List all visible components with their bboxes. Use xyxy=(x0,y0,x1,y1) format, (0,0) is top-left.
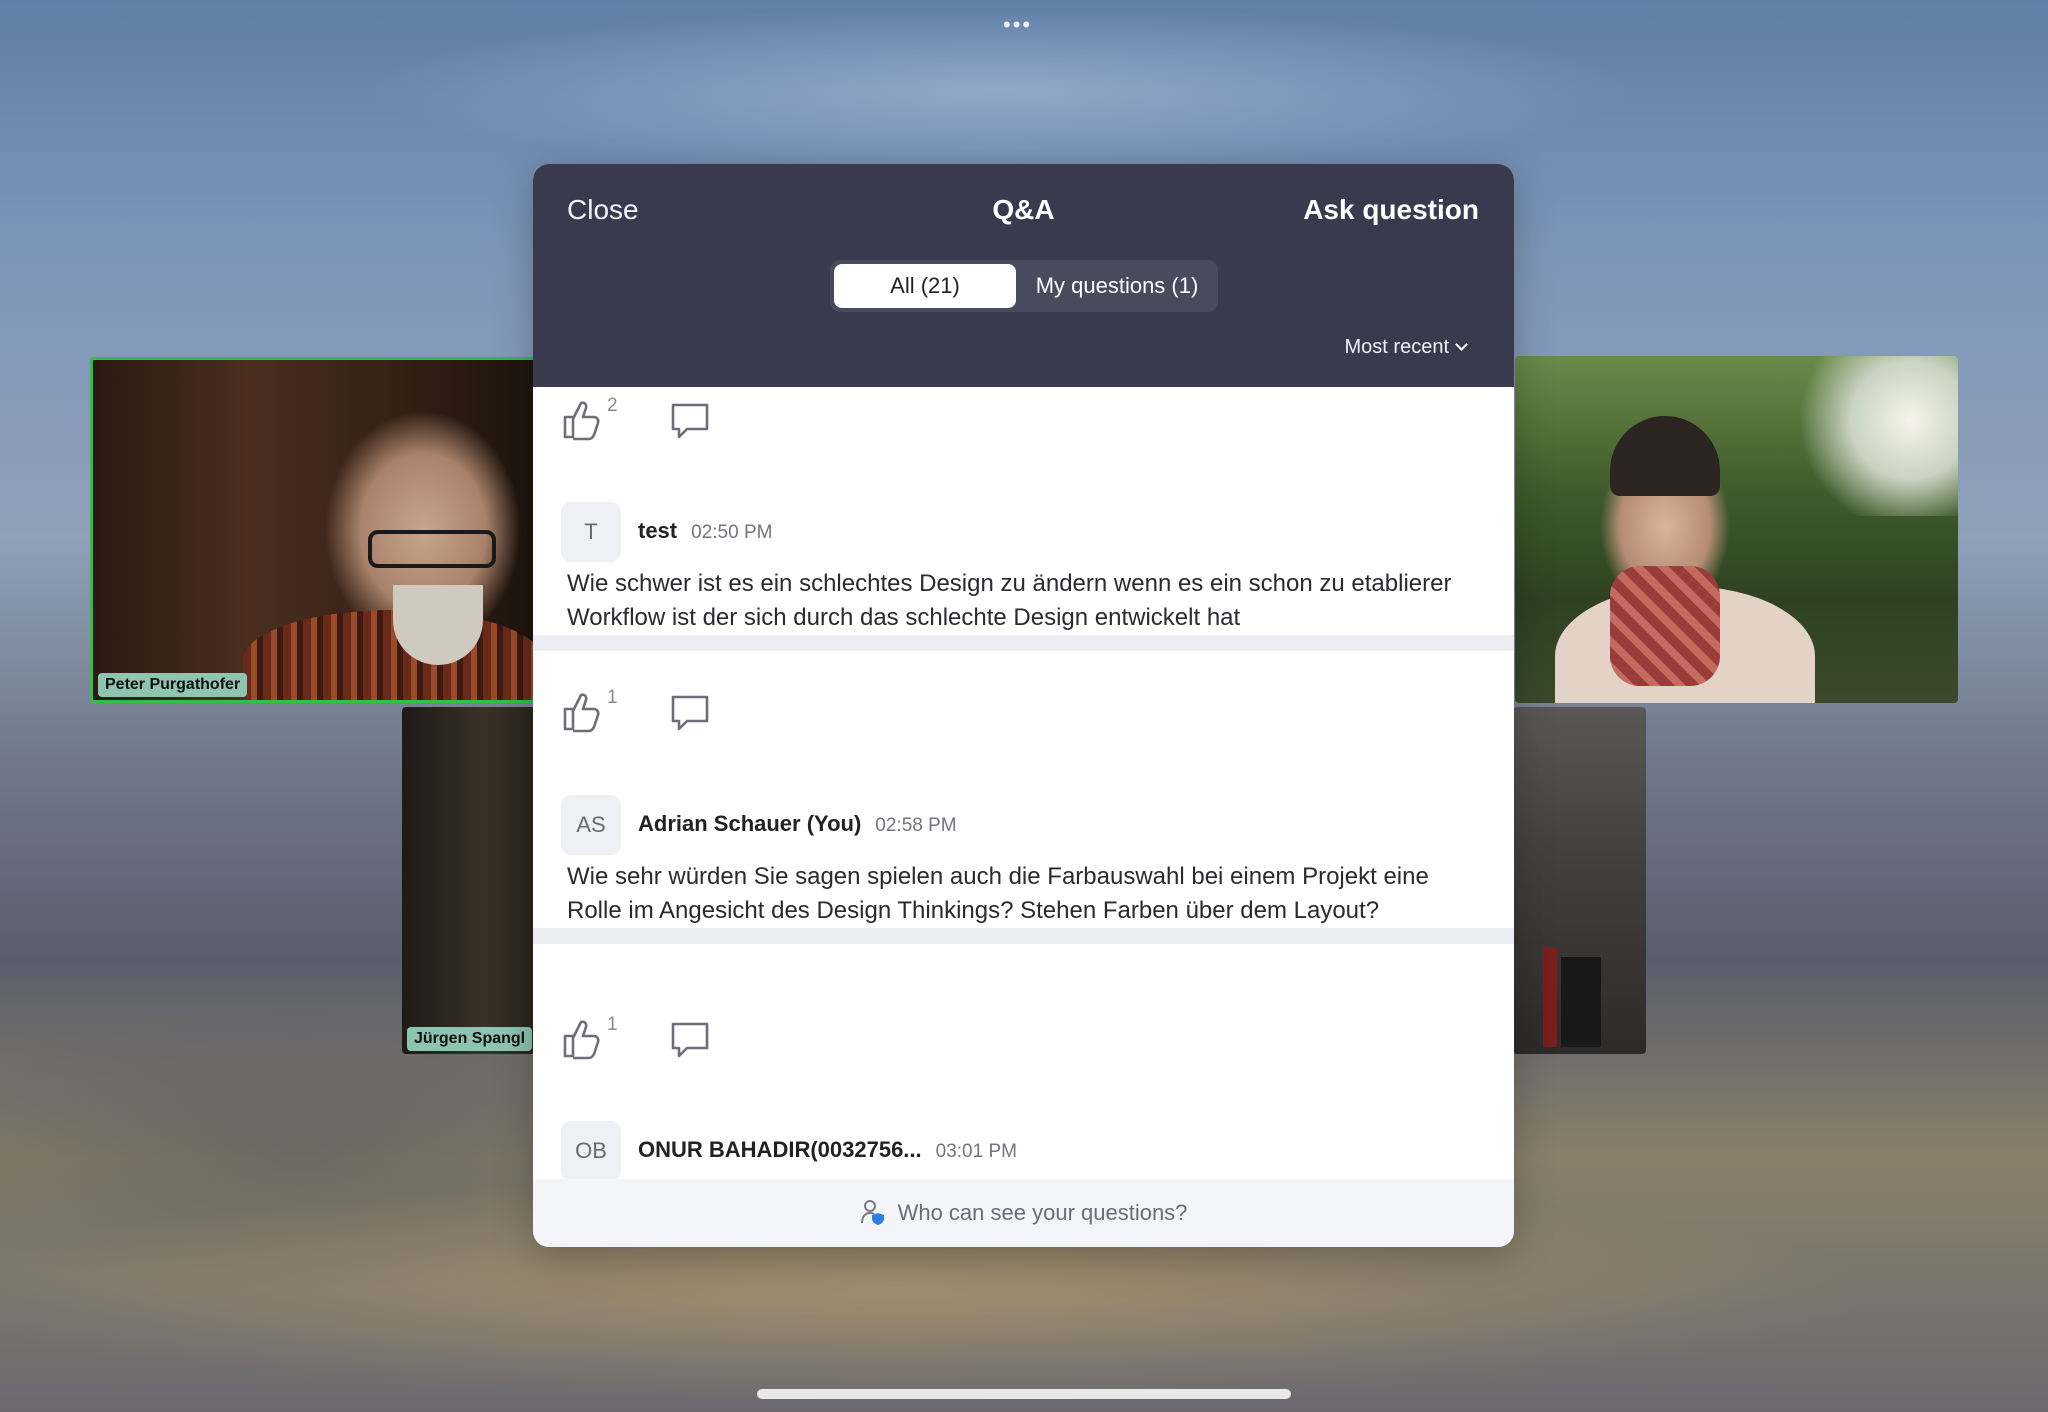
visibility-info-link[interactable]: Who can see your questions? xyxy=(533,1179,1514,1247)
user-shield-icon xyxy=(860,1200,884,1226)
avatar: AS xyxy=(561,795,621,855)
participant-name-label: Jürgen Spangl xyxy=(407,1027,533,1051)
video-background xyxy=(1798,356,1958,516)
video-figure-detail xyxy=(1561,957,1601,1047)
like-count: 1 xyxy=(607,1014,618,1035)
video-figure-detail xyxy=(1610,416,1720,496)
video-figure-detail xyxy=(1543,947,1557,1047)
video-tile-participant[interactable] xyxy=(1513,707,1646,1054)
question-filter-tabs: All (21) My questions (1) xyxy=(830,260,1218,312)
separator xyxy=(533,928,1514,944)
sort-dropdown[interactable]: Most recent xyxy=(1344,336,1468,359)
question-author: Adrian Schauer (You) 02:58 PM xyxy=(638,811,957,837)
avatar: T xyxy=(561,502,621,562)
thumbs-up-icon[interactable] xyxy=(561,397,601,441)
like-count: 1 xyxy=(607,687,618,708)
question-time: 02:50 PM xyxy=(691,522,773,543)
reply-icon[interactable] xyxy=(669,401,711,441)
tab-all[interactable]: All (21) xyxy=(834,264,1016,308)
chevron-down-icon xyxy=(1455,338,1468,351)
home-indicator[interactable] xyxy=(757,1389,1291,1399)
question-author: test 02:50 PM xyxy=(638,518,772,544)
question-time: 03:01 PM xyxy=(935,1141,1017,1162)
like-count: 2 xyxy=(607,395,618,416)
tab-my-questions[interactable]: My questions (1) xyxy=(1020,264,1214,308)
reply-icon[interactable] xyxy=(669,693,711,733)
author-name: Adrian Schauer (You) xyxy=(638,811,862,836)
question-time: 02:58 PM xyxy=(875,815,957,836)
qa-panel: Close Q&A Ask question All (21) My quest… xyxy=(533,164,1514,1247)
video-tile-peter-purgathofer[interactable]: Peter Purgathofer xyxy=(90,357,538,703)
video-figure-detail xyxy=(368,530,496,568)
video-tile-juergen-spangl[interactable]: Jürgen Spangl xyxy=(402,707,538,1054)
qa-header: Close Q&A Ask question All (21) My quest… xyxy=(533,164,1514,387)
participant-name-label: Peter Purgathofer xyxy=(98,673,248,697)
separator xyxy=(533,635,1514,651)
question-text: Wie sehr würden Sie sagen spielen auch d… xyxy=(567,863,1429,924)
author-name: test xyxy=(638,518,678,543)
reply-icon[interactable] xyxy=(669,1020,711,1060)
more-options-icon[interactable]: ••• xyxy=(1003,12,1032,38)
question-list[interactable]: 2 T test 02:50 PM Wie schwer ist es ein s… xyxy=(533,387,1514,1179)
question-author: ONUR BAHADIR(0032756... 03:01 PM xyxy=(638,1137,1017,1163)
video-figure-detail xyxy=(1610,566,1720,686)
thumbs-up-icon[interactable] xyxy=(561,1016,601,1060)
question-text: Wie schwer ist es ein schlechtes Design … xyxy=(567,570,1452,631)
sort-label: Most recent xyxy=(1344,336,1449,358)
avatar: OB xyxy=(561,1121,621,1179)
thumbs-up-icon[interactable] xyxy=(561,689,601,733)
footer-label: Who can see your questions? xyxy=(897,1200,1188,1225)
video-tile-participant[interactable] xyxy=(1515,356,1958,703)
author-name: ONUR BAHADIR(0032756... xyxy=(638,1137,922,1162)
ask-question-button[interactable]: Ask question xyxy=(1303,194,1479,226)
video-figure xyxy=(243,610,535,700)
